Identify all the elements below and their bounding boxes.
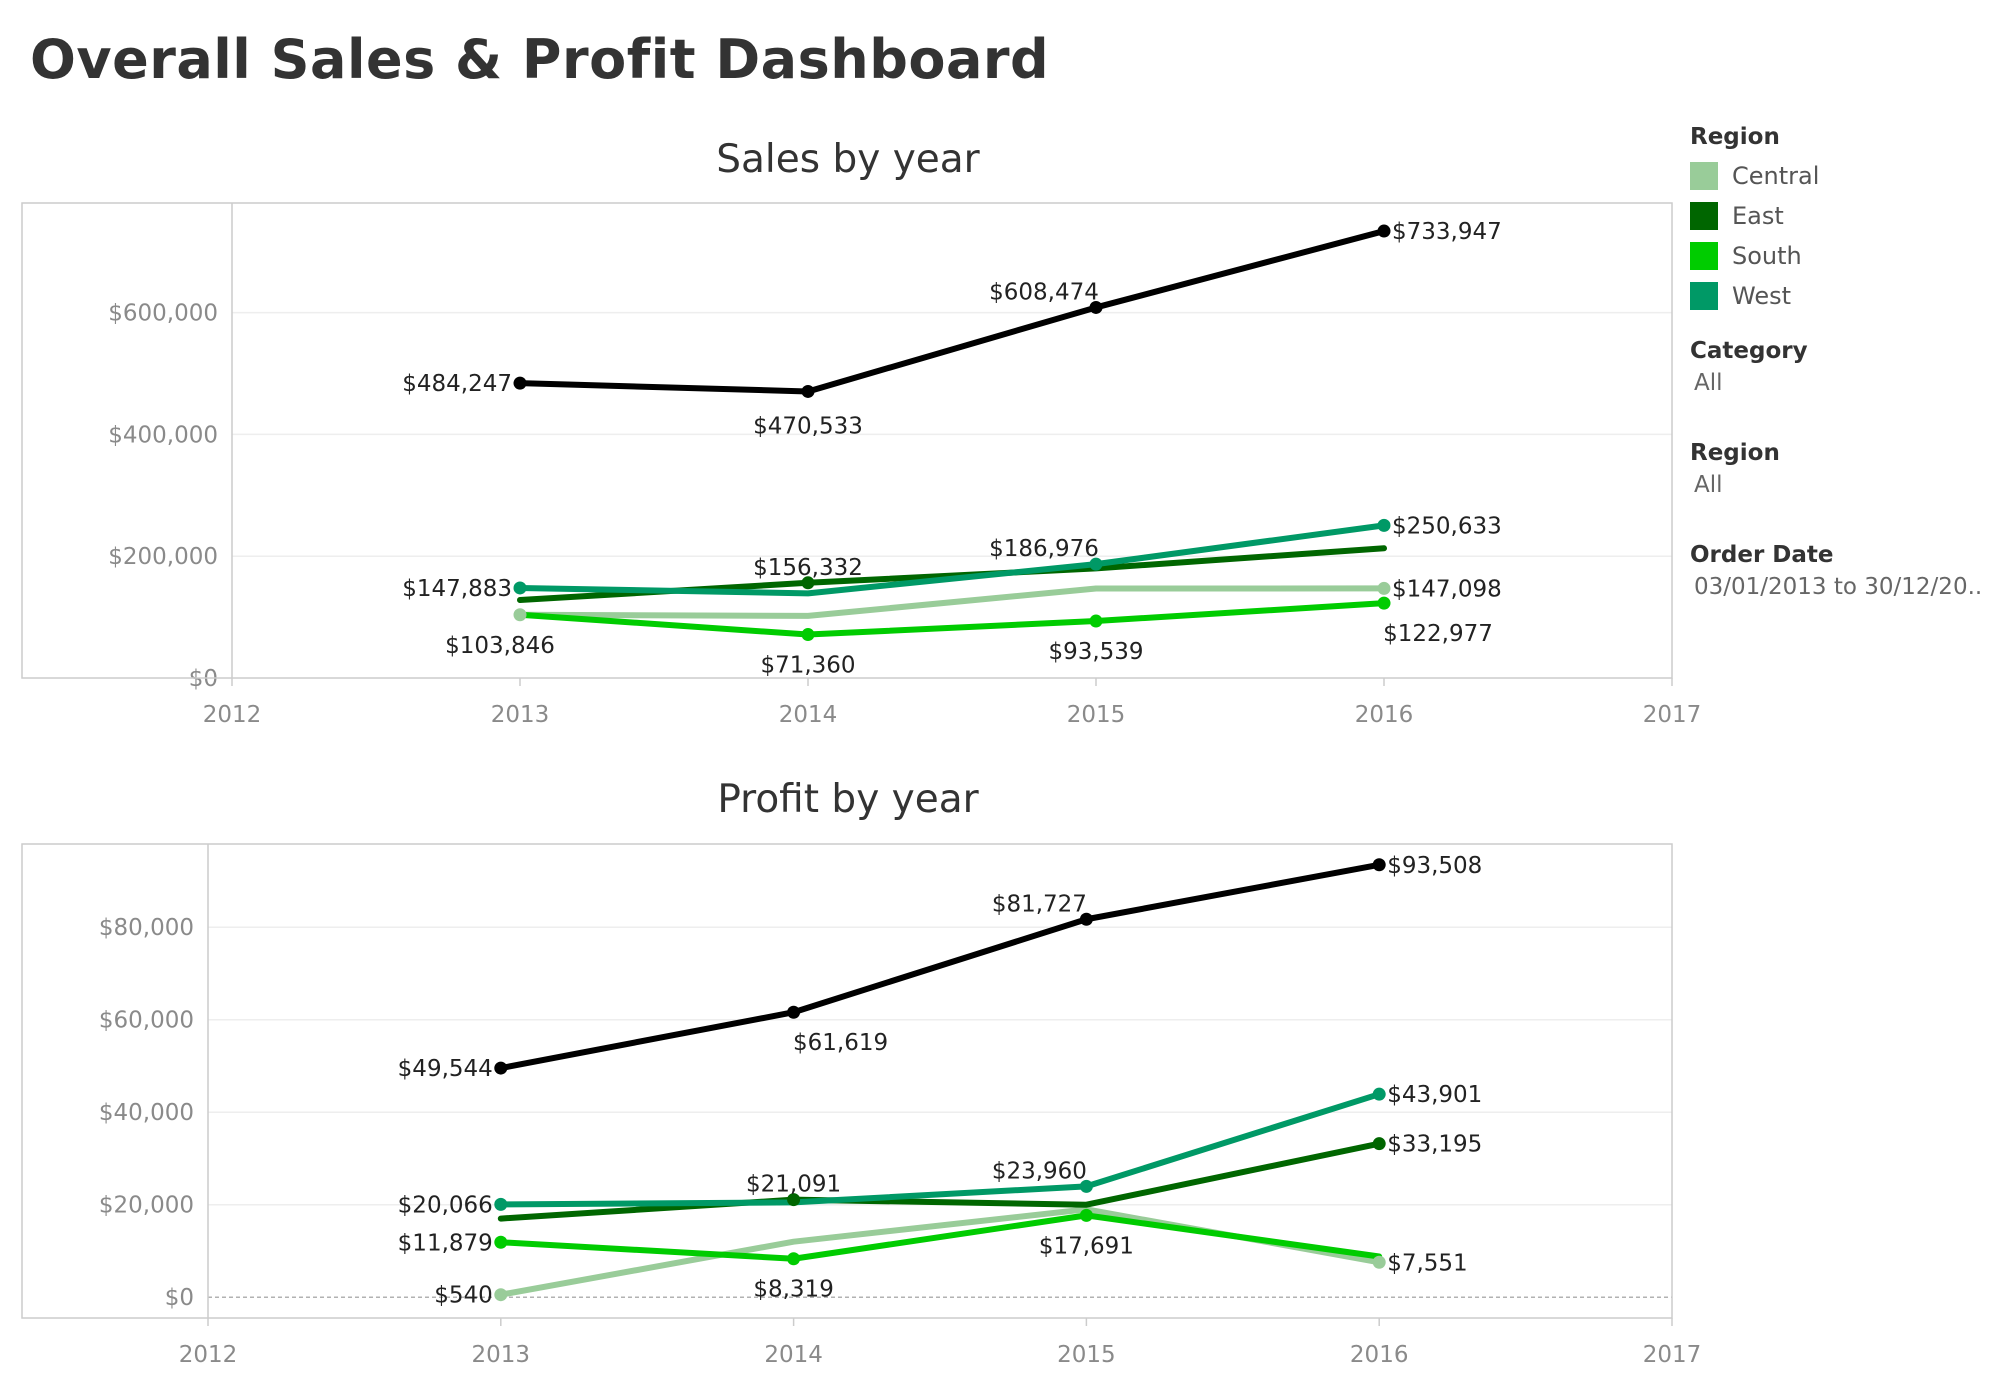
legend-title: Region bbox=[1690, 124, 1780, 150]
legend-item-west[interactable]: West bbox=[1690, 276, 1990, 316]
region-legend: Central East South West bbox=[1690, 156, 1990, 316]
data-label: $7,551 bbox=[1387, 1250, 1467, 1276]
data-point-west[interactable] bbox=[494, 1197, 508, 1211]
data-label: $20,066 bbox=[398, 1192, 493, 1218]
data-label: $49,544 bbox=[398, 1056, 493, 1082]
x-tick-label: 2016 bbox=[1350, 1342, 1409, 1368]
data-label: $61,619 bbox=[793, 1030, 888, 1056]
y-tick-label: $40,000 bbox=[99, 1100, 194, 1126]
data-point-total[interactable] bbox=[1372, 858, 1386, 872]
series-line-total[interactable] bbox=[497, 861, 1383, 1072]
filter-value[interactable]: All bbox=[1694, 472, 1990, 498]
filter-value[interactable]: All bbox=[1694, 370, 1990, 396]
data-label: $17,691 bbox=[1039, 1233, 1134, 1259]
legend-label: East bbox=[1732, 202, 1784, 230]
chart-title: Profit by year bbox=[717, 777, 979, 822]
series-line-east[interactable] bbox=[497, 1140, 1383, 1222]
data-label: $33,195 bbox=[1387, 1132, 1482, 1158]
series-line-south[interactable] bbox=[497, 1212, 1383, 1262]
x-tick-label: 2017 bbox=[1643, 1342, 1702, 1368]
filter-title: Category bbox=[1690, 338, 1808, 364]
data-label: $93,508 bbox=[1387, 853, 1482, 879]
x-tick-label: 2015 bbox=[1057, 1342, 1116, 1368]
y-tick-label: $0 bbox=[165, 1285, 194, 1311]
y-tick-label: $60,000 bbox=[99, 1008, 194, 1034]
legend-swatch-west bbox=[1690, 282, 1718, 310]
data-point-south[interactable] bbox=[787, 1252, 801, 1266]
legend-item-east[interactable]: East bbox=[1690, 196, 1990, 236]
data-label: $540 bbox=[434, 1283, 493, 1309]
data-point-central[interactable] bbox=[494, 1288, 508, 1302]
legend-label: West bbox=[1732, 282, 1792, 310]
data-point-south[interactable] bbox=[494, 1235, 508, 1249]
filter-category[interactable]: Category All bbox=[1690, 338, 1990, 396]
data-point-south[interactable] bbox=[1079, 1208, 1093, 1222]
plot-frame bbox=[21, 843, 1673, 1319]
x-tick-label: 2012 bbox=[179, 1342, 238, 1368]
data-point-total[interactable] bbox=[787, 1005, 801, 1019]
data-label: $81,727 bbox=[992, 891, 1087, 917]
data-point-total[interactable] bbox=[494, 1061, 508, 1075]
filter-title: Order Date bbox=[1690, 542, 1834, 568]
filter-value[interactable]: 03/01/2013 to 30/12/20.. bbox=[1694, 574, 1990, 600]
y-tick-label: $20,000 bbox=[99, 1193, 194, 1219]
legend-item-south[interactable]: South bbox=[1690, 236, 1990, 276]
x-tick-label: 2013 bbox=[472, 1342, 531, 1368]
data-label: $8,319 bbox=[753, 1277, 833, 1303]
data-label: $43,901 bbox=[1387, 1082, 1482, 1108]
legend-item-central[interactable]: Central bbox=[1690, 156, 1990, 196]
legend-swatch-south bbox=[1690, 242, 1718, 270]
series-line-west[interactable] bbox=[497, 1091, 1383, 1208]
data-point-central[interactable] bbox=[1372, 1255, 1386, 1269]
data-point-east[interactable] bbox=[1372, 1137, 1386, 1151]
legend-swatch-central bbox=[1690, 162, 1718, 190]
filter-order-date[interactable]: Order Date 03/01/2013 to 30/12/20.. bbox=[1690, 542, 1990, 600]
data-point-west[interactable] bbox=[1372, 1087, 1386, 1101]
legend-swatch-east bbox=[1690, 202, 1718, 230]
legend-label: Central bbox=[1732, 162, 1820, 190]
side-panel: Region Central East South West Category … bbox=[1690, 124, 1990, 600]
data-label: $23,960 bbox=[992, 1158, 1087, 1184]
filter-title: Region bbox=[1690, 440, 1780, 466]
data-label: $21,091 bbox=[746, 1172, 841, 1198]
data-label: $11,879 bbox=[398, 1230, 493, 1256]
x-tick-label: 2014 bbox=[764, 1342, 823, 1368]
y-tick-label: $80,000 bbox=[99, 915, 194, 941]
filter-region[interactable]: Region All bbox=[1690, 440, 1990, 498]
legend-label: South bbox=[1732, 242, 1802, 270]
